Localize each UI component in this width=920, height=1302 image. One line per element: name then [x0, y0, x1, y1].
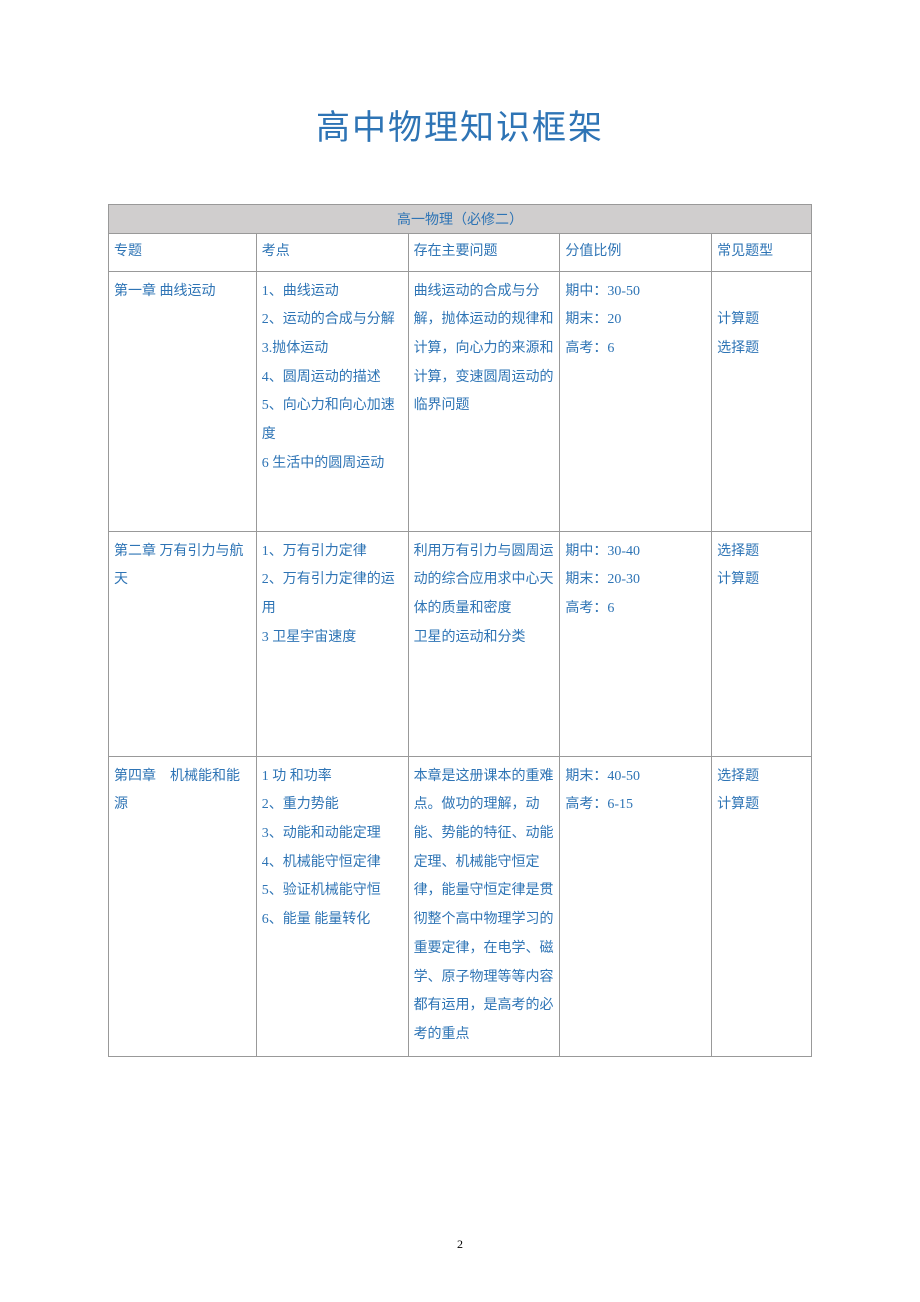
cell-score: 期中：30-50期末：20高考：6	[560, 271, 712, 531]
cell-types: 选择题计算题	[712, 531, 812, 756]
page-title: 高中物理知识框架	[108, 100, 812, 149]
col-header-score: 分值比例	[560, 234, 712, 272]
cell-score: 期末：40-50高考：6-15	[560, 756, 712, 1056]
col-header-problems: 存在主要问题	[408, 234, 560, 272]
cell-types: 计算题选择题	[712, 271, 812, 531]
table-main-header: 高一物理（必修二）	[109, 205, 812, 234]
col-header-points: 考点	[256, 234, 408, 272]
page-number: 2	[0, 1237, 920, 1252]
table-row: 第一章 曲线运动 1、曲线运动2、运动的合成与分解3.抛体运动4、圆周运动的描述…	[109, 271, 812, 531]
physics-framework-table: 高一物理（必修二） 专题 考点 存在主要问题 分值比例 常见题型 第一章 曲线运…	[108, 204, 812, 1057]
cell-types: 选择题计算题	[712, 756, 812, 1056]
cell-points: 1 功 和功率2、重力势能3、动能和动能定理4、机械能守恒定律 5、验证机械能守…	[256, 756, 408, 1056]
table-row: 第二章 万有引力与航天 1、万有引力定律2、万有引力定律的运用3 卫星宇宙速度 …	[109, 531, 812, 756]
cell-problems: 利用万有引力与圆周运动的综合应用求中心天体的质量和密度卫星的运动和分类	[408, 531, 560, 756]
cell-topic: 第四章 机械能和能源	[109, 756, 257, 1056]
table-row: 第四章 机械能和能源 1 功 和功率2、重力势能3、动能和动能定理4、机械能守恒…	[109, 756, 812, 1056]
col-header-topic: 专题	[109, 234, 257, 272]
cell-points: 1、万有引力定律2、万有引力定律的运用3 卫星宇宙速度	[256, 531, 408, 756]
cell-points: 1、曲线运动2、运动的合成与分解3.抛体运动4、圆周运动的描述5、向心力和向心加…	[256, 271, 408, 531]
cell-problems: 曲线运动的合成与分解，抛体运动的规律和计算，向心力的来源和计算，变速圆周运动的临…	[408, 271, 560, 531]
cell-topic: 第一章 曲线运动	[109, 271, 257, 531]
col-header-types: 常见题型	[712, 234, 812, 272]
cell-topic: 第二章 万有引力与航天	[109, 531, 257, 756]
cell-score: 期中：30-40期末：20-30高考：6	[560, 531, 712, 756]
cell-problems: 本章是这册课本的重难点。做功的理解，动能、势能的特征、动能定理、机械能守恒定律，…	[408, 756, 560, 1056]
